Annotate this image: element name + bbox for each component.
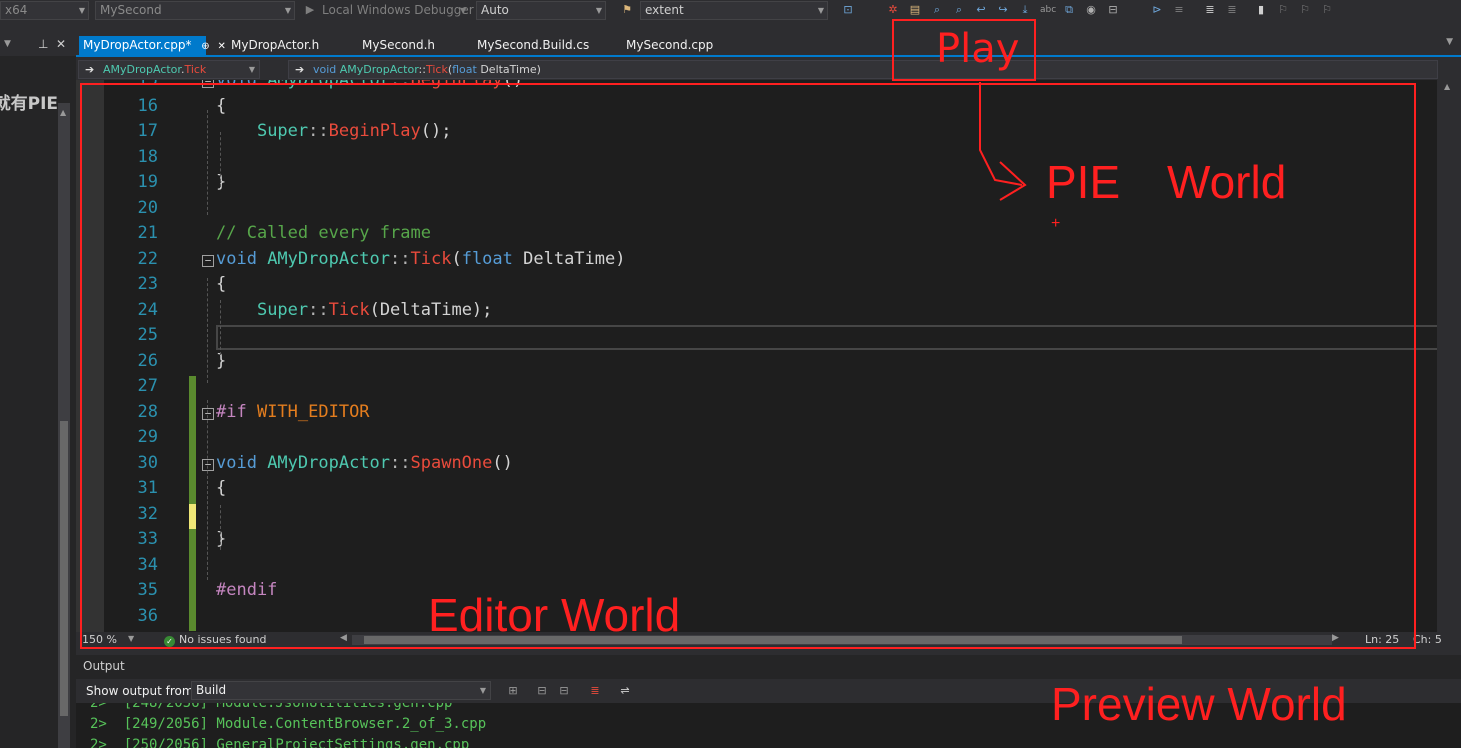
left-panel-header: ▼ ⊥ ✕ [0, 33, 76, 56]
settings-icon[interactable]: ✲ [886, 3, 900, 17]
tab-label: MySecond.h [362, 38, 436, 52]
solution-explorer-icon[interactable]: ⊡ [841, 3, 855, 17]
chevron-down-icon: ▼ [78, 6, 85, 15]
comment-icon[interactable]: ≣ [1203, 3, 1217, 17]
download-icon[interactable]: ⤓ [1018, 3, 1032, 17]
chevron-down-icon: ▼ [284, 6, 291, 15]
platform-value: x64 [5, 3, 28, 17]
scope-function: Tick [184, 63, 207, 76]
left-panel-snippet: E就有PIE [0, 94, 59, 114]
folder-icon[interactable]: ▤ [908, 3, 922, 17]
tab-mysecond-build-cs[interactable]: MySecond.Build.cs [473, 36, 589, 55]
copy-icon[interactable]: ⧉ [1062, 3, 1076, 17]
output-source-combo[interactable]: Build ▼ [191, 681, 491, 700]
word-wrap-icon[interactable]: ⇌ [618, 684, 632, 698]
play-annotation: Play [936, 26, 1020, 72]
member-combo[interactable]: ➔ void AMyDropActor::Tick(float DeltaTim… [288, 60, 1438, 79]
left-tool-panel: ▼ ⊥ ✕ E就有PIE ▲ [0, 33, 76, 748]
bookmark-prev-icon[interactable]: ⊳ [1150, 3, 1164, 17]
plus-mark-icon: + [1051, 215, 1061, 232]
close-icon[interactable]: ✕ [218, 41, 226, 52]
chevron-down-icon[interactable]: ▼ [460, 6, 466, 15]
bookmark-next-icon[interactable]: ⚐ [1276, 3, 1290, 17]
debug-mode-value: Auto [481, 3, 509, 17]
world-annotation: World [1167, 156, 1287, 208]
chevron-down-icon: ▼ [595, 6, 602, 15]
project-value: MySecond [100, 3, 162, 17]
arrow-right-icon: ➔ [295, 63, 305, 76]
refresh-icon[interactable]: ◉ [1084, 3, 1098, 17]
output-source-value: Build [196, 683, 227, 697]
find-combo[interactable]: extent ▼ [640, 1, 828, 20]
tab-mydropactor-cpp[interactable]: MyDropActor.cpp* ⊕ ✕ [79, 36, 226, 56]
close-icon[interactable]: ✕ [56, 37, 66, 51]
arrow-left-icon[interactable]: ↩ [974, 3, 988, 17]
column-indicator: Ch: 5 [1413, 633, 1442, 646]
scroll-up-icon[interactable]: ▲ [1444, 82, 1450, 91]
left-scrollbar-thumb[interactable] [60, 421, 68, 716]
search-icon[interactable]: ⌕ [952, 3, 966, 17]
bookmark-icon[interactable]: ▮ [1254, 3, 1268, 17]
preview-world-annotation: Preview World [1051, 678, 1347, 730]
pie-annotation: PIE [1046, 156, 1121, 208]
find-icon[interactable]: ⚑ [620, 3, 634, 17]
pin-icon[interactable]: ⊥ [38, 37, 48, 51]
tab-label: MySecond.cpp [626, 38, 714, 52]
output-title: Output [83, 659, 125, 673]
find-value: extent [645, 3, 684, 17]
spellcheck-icon[interactable]: abc [1040, 3, 1056, 17]
chevron-down-icon[interactable]: ▼ [4, 39, 11, 49]
member-function: Tick [425, 63, 448, 76]
dropdown-icon[interactable]: ⊟ [1106, 3, 1120, 17]
goto-next-icon[interactable]: ⊟ [535, 684, 549, 698]
pin-icon[interactable]: ⊕ [201, 41, 209, 52]
bookmark-clear-icon[interactable]: ⚐ [1320, 3, 1334, 17]
chevron-down-icon: ▼ [479, 686, 486, 695]
uncomment-icon[interactable]: ≣ [1225, 3, 1239, 17]
platform-combo[interactable]: x64 ▼ [0, 1, 89, 20]
tab-mysecond-h[interactable]: MySecond.h [358, 36, 435, 55]
zoom-icon[interactable]: ⌕ [930, 3, 944, 17]
scope-combo[interactable]: ➔ AMyDropActor.Tick ▼ [78, 60, 260, 79]
scroll-up-icon[interactable]: ▲ [60, 108, 68, 118]
clear-all-icon[interactable]: ≣ [588, 684, 602, 698]
start-debug-icon[interactable]: ▶ [303, 3, 317, 17]
tab-label: MyDropActor.h [231, 38, 320, 52]
chevron-down-icon: ▼ [248, 65, 255, 74]
navigation-bar: ➔ AMyDropActor.Tick ▼ ➔ void AMyDropActo… [76, 58, 1461, 80]
editor-world-annotation: Editor World [428, 589, 681, 641]
find-message-icon[interactable]: ⊟ [557, 684, 571, 698]
tab-label: MySecond.Build.cs [477, 38, 590, 52]
editor-vertical-scrollbar[interactable]: ▲ [1437, 80, 1461, 632]
show-output-label: Show output from: [86, 684, 198, 698]
output-line: 2> [248/2056] Module.JsonUtilities.gen.c… [90, 703, 453, 711]
document-tabs: MyDropActor.cpp* ⊕ ✕ MyDropActor.h MySec… [76, 33, 1461, 57]
output-line: 2> [249/2056] Module.ContentBrowser.2_of… [90, 716, 487, 732]
tab-label: MyDropActor.cpp* [83, 38, 192, 52]
output-line: 2> [250/2056] GeneralProjectSettings.gen… [90, 737, 470, 748]
bookmark-prev-icon[interactable]: ⚐ [1298, 3, 1312, 17]
arrow-right-icon: ➔ [85, 63, 95, 76]
member-args-rest: DeltaTime) [476, 63, 541, 76]
tab-mydropactor-h[interactable]: MyDropActor.h [227, 36, 319, 55]
chevron-down-icon[interactable]: ▼ [1446, 37, 1453, 47]
member-return-type: void [313, 63, 340, 76]
goto-previous-icon[interactable]: ⊞ [506, 684, 520, 698]
member-sep: :: [418, 63, 426, 76]
arrow-right-icon[interactable]: ↪ [996, 3, 1010, 17]
chevron-down-icon: ▼ [817, 6, 824, 15]
member-class: AMyDropActor [339, 63, 419, 76]
outdent-icon[interactable]: ≡ [1172, 3, 1186, 17]
tab-mysecond-cpp[interactable]: MySecond.cpp [622, 36, 713, 55]
debugger-label[interactable]: Local Windows Debugger [322, 3, 474, 17]
member-args-type: float [452, 63, 477, 76]
scope-class: AMyDropActor [103, 63, 181, 76]
debug-mode-combo[interactable]: Auto ▼ [476, 1, 606, 20]
main-toolbar: x64 ▼ MySecond ▼ ▶ Local Windows Debugge… [0, 0, 1461, 22]
project-combo[interactable]: MySecond ▼ [95, 1, 295, 20]
